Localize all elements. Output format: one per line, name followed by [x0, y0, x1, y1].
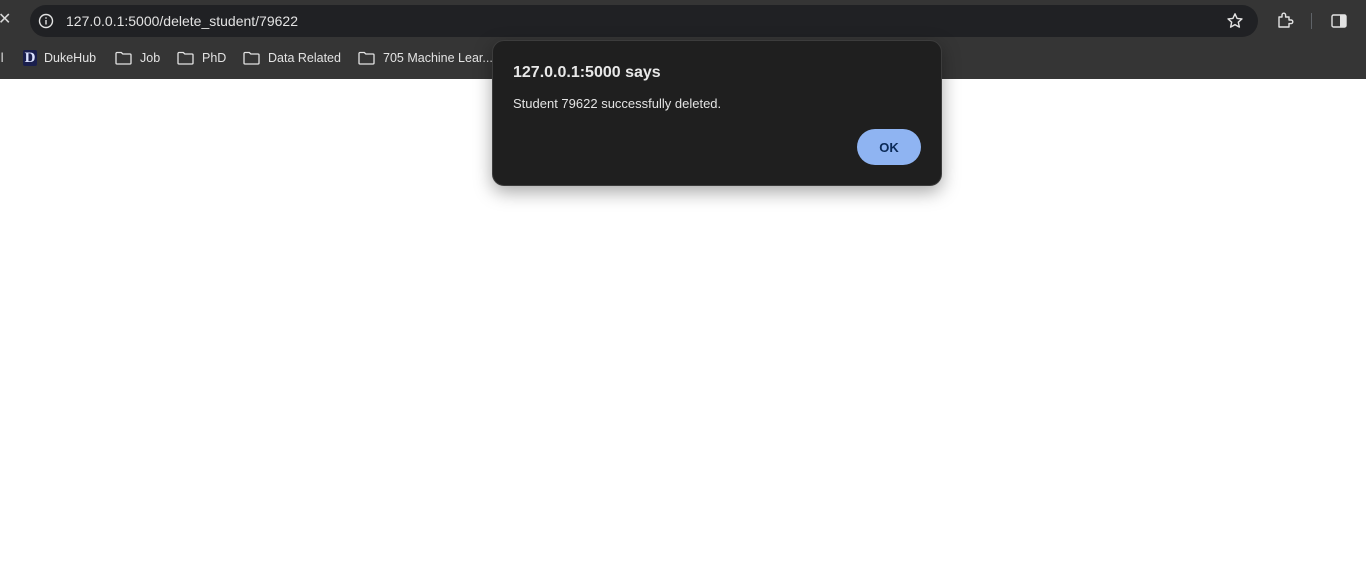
bookmark-folder-data-related[interactable]: Data Related	[243, 49, 341, 67]
bookmark-folder-phd[interactable]: PhD	[177, 49, 226, 67]
dialog-title: 127.0.0.1:5000 says	[513, 64, 661, 81]
bookmark-star-icon[interactable]	[1226, 12, 1244, 30]
extensions-icon[interactable]	[1276, 11, 1294, 29]
site-info-icon[interactable]	[38, 13, 54, 29]
url-text[interactable]: 127.0.0.1:5000/delete_student/79622	[66, 12, 298, 30]
bookmark-label: PhD	[202, 51, 227, 65]
browser-toolbar: ✕ 127.0.0.1:5000/delete_student/79622	[0, 0, 1366, 42]
bookmark-label: 705 Machine Lear...	[383, 51, 493, 65]
folder-icon	[177, 51, 194, 65]
folder-icon	[358, 51, 375, 65]
bookmark-label: Job	[140, 51, 161, 65]
bookmark-item-dukehub[interactable]: D DukeHub	[23, 49, 96, 67]
bookmark-label: DukeHub	[44, 51, 97, 65]
duke-icon: D	[23, 50, 37, 66]
bookmark-folder-machine-learning[interactable]: 705 Machine Lear...	[358, 49, 493, 67]
bookmark-label: il	[0, 51, 4, 65]
bookmark-label: Data Related	[268, 51, 341, 65]
side-panel-icon[interactable]	[1330, 12, 1348, 30]
ok-button[interactable]: OK	[857, 129, 921, 165]
folder-icon	[115, 51, 132, 65]
dialog-message: Student 79622 successfully deleted.	[513, 96, 722, 111]
bookmark-item-partial[interactable]: il	[0, 49, 4, 67]
toolbar-separator	[1311, 13, 1312, 29]
address-bar[interactable]: 127.0.0.1:5000/delete_student/79622	[30, 5, 1258, 37]
bookmark-folder-job[interactable]: Job	[115, 49, 160, 67]
alert-dialog: 127.0.0.1:5000 says Student 79622 succes…	[492, 40, 942, 186]
folder-icon	[243, 51, 260, 65]
close-tab-icon[interactable]: ✕	[0, 10, 12, 30]
